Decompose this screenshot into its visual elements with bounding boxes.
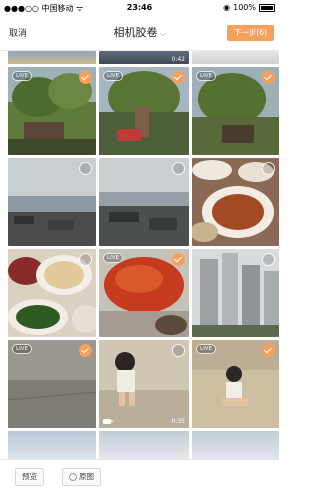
battery-percent: 100% [233,3,256,12]
location-icon: ◉ [223,3,231,12]
preview-button[interactable]: 预览 [15,468,44,486]
video-duration: 0:35 [171,418,185,425]
radio-icon [69,473,77,481]
battery-icon [259,3,275,12]
photo-cell[interactable] [99,158,189,246]
live-badge: LIVE [196,71,216,81]
next-step-button[interactable]: 下一步(6) [226,25,274,41]
video-duration: 0:42 [171,56,185,63]
select-checkbox[interactable] [172,344,185,357]
status-right: ◉ 100% [223,3,275,12]
photo-cell[interactable] [8,51,96,64]
live-badge: LIVE [12,344,32,354]
photo-grid: 0:42 LIVE LIVE LIVE LIVE LIVE 0:35 LIVE [0,51,279,459]
select-checkbox[interactable] [262,71,275,84]
status-bar: ●●●○○ 中国移动 ᯤ 23:46 ◉ 100% [0,0,279,16]
photo-cell[interactable]: LIVE [99,249,189,337]
live-badge: LIVE [196,344,216,354]
select-checkbox[interactable] [79,162,92,175]
select-checkbox[interactable] [79,71,92,84]
photo-cell[interactable] [192,51,279,64]
live-badge: LIVE [12,71,32,81]
select-checkbox[interactable] [172,253,185,266]
original-image-toggle[interactable]: 原图 [62,468,101,486]
select-checkbox[interactable] [172,71,185,84]
photo-cell[interactable] [8,158,96,246]
live-badge: LIVE [103,253,123,263]
select-checkbox[interactable] [172,162,185,175]
photo-cell[interactable]: LIVE [99,67,189,155]
select-checkbox[interactable] [79,253,92,266]
select-checkbox[interactable] [79,344,92,357]
live-badge: LIVE [103,71,123,81]
photo-cell[interactable] [192,158,279,246]
bottom-toolbar: 预览 原图 [0,459,279,494]
photo-cell[interactable]: 0:42 [99,51,189,64]
photo-cell[interactable]: LIVE [8,340,96,428]
photo-cell[interactable]: 0:35 [99,340,189,428]
photo-cell[interactable] [8,431,96,459]
select-checkbox[interactable] [262,253,275,266]
photo-cell[interactable] [192,431,279,459]
photo-cell[interactable] [192,249,279,337]
photo-cell[interactable] [8,249,96,337]
nav-bar: 取消 相机胶卷 ⌵ 下一步(6) [0,16,279,51]
photo-cell[interactable]: LIVE [192,67,279,155]
photo-cell[interactable]: LIVE [8,67,96,155]
chevron-down-icon: ⌵ [159,29,166,38]
photo-cell[interactable] [99,431,189,459]
select-checkbox[interactable] [262,344,275,357]
photo-cell[interactable]: LIVE [192,340,279,428]
select-checkbox[interactable] [262,162,275,175]
original-image-label: 原图 [79,472,94,481]
album-title-text: 相机胶卷 [113,26,158,39]
video-icon [103,419,114,424]
